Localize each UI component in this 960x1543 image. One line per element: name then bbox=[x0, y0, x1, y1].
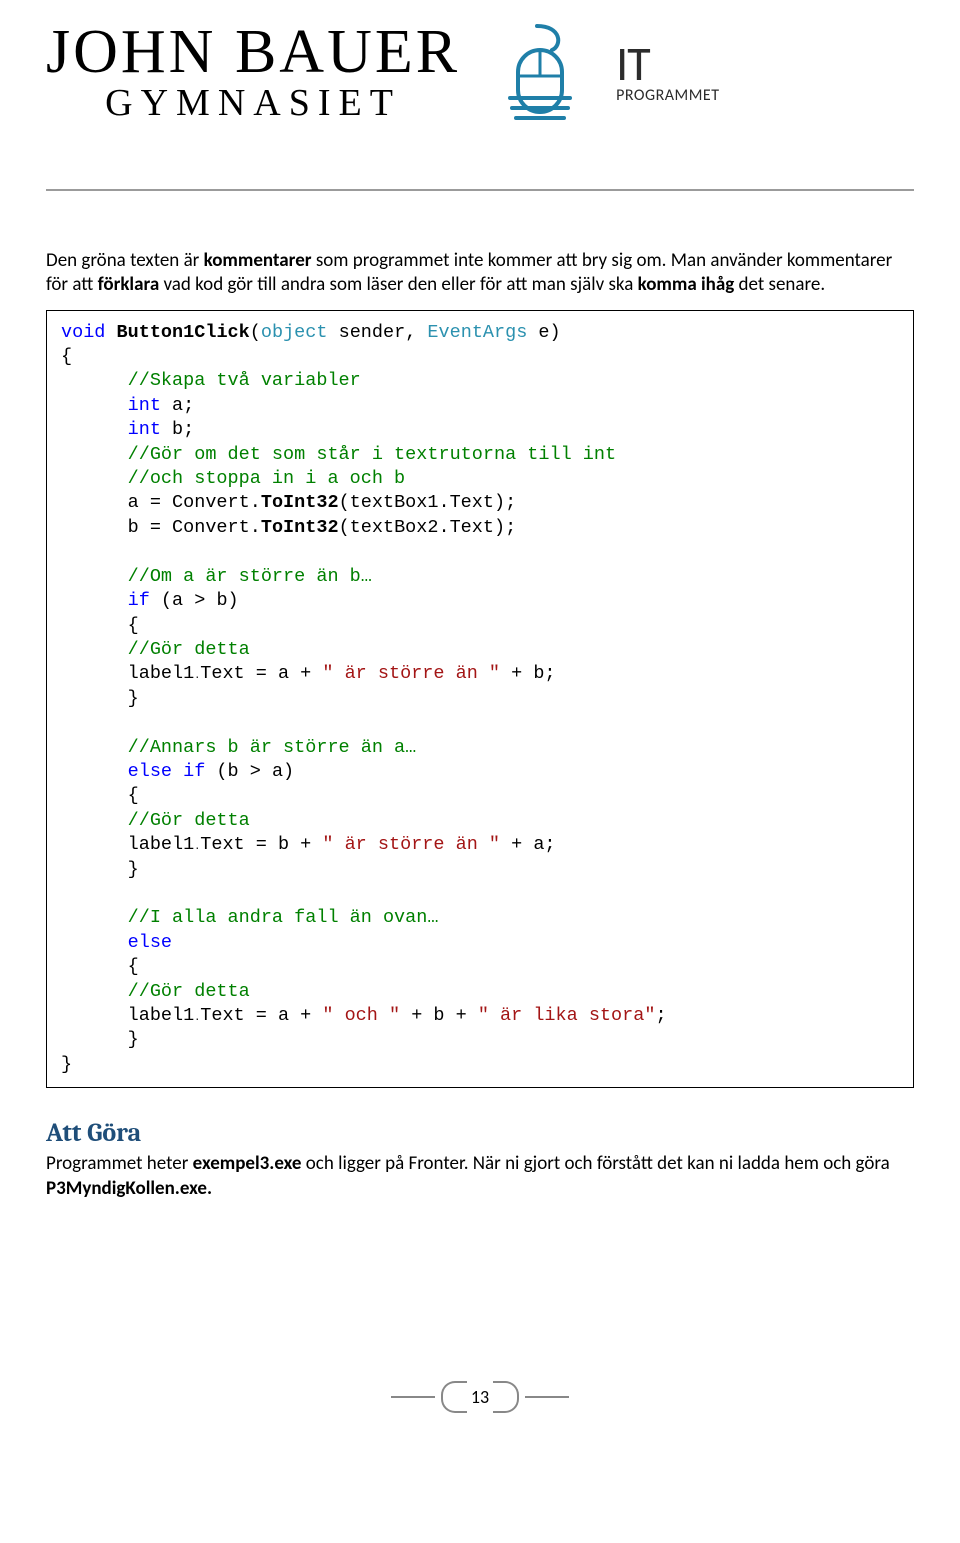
footer-line-left bbox=[391, 1396, 435, 1398]
text: det senare. bbox=[734, 273, 825, 296]
code: a = Convert. bbox=[61, 492, 261, 513]
code: Text = a + bbox=[200, 1005, 322, 1026]
text: Den gröna texten är bbox=[46, 249, 204, 272]
code: e) bbox=[527, 322, 560, 343]
page-footer: 13 bbox=[46, 1381, 914, 1413]
code: + b; bbox=[500, 663, 556, 684]
code: Text = b + bbox=[200, 834, 322, 855]
code: } bbox=[61, 1029, 139, 1050]
code-keyword: int bbox=[61, 395, 161, 416]
footer-bracket-left bbox=[441, 1381, 467, 1413]
mouse-icon bbox=[492, 16, 582, 129]
code-keyword: if bbox=[61, 590, 150, 611]
code-keyword: void bbox=[61, 322, 105, 343]
code-comment: //Gör detta bbox=[61, 810, 250, 831]
code-comment: //Annars b är större än a… bbox=[61, 737, 416, 758]
code-string: " är lika stora" bbox=[478, 1005, 656, 1026]
text: Programmet heter bbox=[46, 1152, 193, 1175]
code: sender, bbox=[327, 322, 427, 343]
code-comment: //Gör om det som står i textrutorna till… bbox=[61, 444, 616, 465]
text-bold: P3MyndigKollen.exe. bbox=[46, 1177, 212, 1200]
code-method: ToInt32 bbox=[261, 492, 339, 513]
code-string: " är större än " bbox=[322, 663, 500, 684]
code-type: object bbox=[261, 322, 328, 343]
school-logo: JOHN BAUER GYMNASIET bbox=[46, 21, 460, 125]
code-comment: //Om a är större än b… bbox=[61, 566, 372, 587]
intro-paragraph: Den gröna texten är kommentarer som prog… bbox=[46, 249, 914, 298]
text-bold: exempel3.exe bbox=[193, 1152, 302, 1175]
text: vad kod gör till andra som läser den ell… bbox=[159, 273, 637, 296]
code: (b > a) bbox=[205, 761, 294, 782]
text-bold: komma ihåg bbox=[638, 273, 735, 296]
code: label1 bbox=[61, 1005, 194, 1026]
code-keyword: int bbox=[61, 419, 161, 440]
code: + b + bbox=[400, 1005, 478, 1026]
code: label1 bbox=[61, 834, 194, 855]
code: ; bbox=[655, 1005, 666, 1026]
code: } bbox=[61, 1054, 72, 1075]
text-bold: förklara bbox=[98, 273, 160, 296]
code-method: ToInt32 bbox=[261, 517, 339, 538]
code: b = Convert. bbox=[61, 517, 261, 538]
todo-paragraph: Programmet heter exempel3.exe och ligger… bbox=[46, 1152, 914, 1201]
code-keyword: else bbox=[61, 932, 172, 953]
code-type: EventArgs bbox=[427, 322, 527, 343]
code-comment: //Gör detta bbox=[61, 639, 250, 660]
code: + a; bbox=[500, 834, 556, 855]
code: Text = a + bbox=[200, 663, 322, 684]
code-comment: //Gör detta bbox=[61, 981, 250, 1002]
it-label: IT bbox=[616, 40, 719, 88]
logo-subtitle: GYMNASIET bbox=[46, 81, 460, 125]
code: } bbox=[61, 688, 139, 709]
code: (textBox1.Text); bbox=[339, 492, 517, 513]
code: (a > b) bbox=[150, 590, 239, 611]
footer-bracket-right bbox=[493, 1381, 519, 1413]
code: } bbox=[61, 859, 139, 880]
code: ( bbox=[250, 322, 261, 343]
logo-title: JOHN BAUER bbox=[46, 21, 460, 83]
code: { bbox=[61, 346, 72, 367]
program-label: IT PROGRAMMET bbox=[616, 40, 719, 105]
todo-heading: Att Göra bbox=[46, 1118, 914, 1148]
code: label1 bbox=[61, 663, 194, 684]
code-keyword: else if bbox=[61, 761, 205, 782]
code: (textBox2.Text); bbox=[339, 517, 517, 538]
text-bold: kommentarer bbox=[204, 249, 312, 272]
code-function: Button1Click bbox=[105, 322, 249, 343]
code: { bbox=[61, 956, 139, 977]
code: b; bbox=[161, 419, 194, 440]
code: a; bbox=[161, 395, 194, 416]
code: { bbox=[61, 785, 139, 806]
page: JOHN BAUER GYMNASIET IT PROGRAMMET Den g… bbox=[0, 0, 960, 1453]
code-comment: //och stoppa in i a och b bbox=[61, 468, 405, 489]
code-comment: //I alla andra fall än ovan… bbox=[61, 907, 438, 928]
code-comment: //Skapa två variabler bbox=[61, 370, 361, 391]
footer-line-right bbox=[525, 1396, 569, 1398]
page-number: 13 bbox=[471, 1386, 489, 1408]
text: och ligger på Fronter. När ni gjort och … bbox=[301, 1152, 889, 1175]
code-string: " och " bbox=[322, 1005, 400, 1026]
code: { bbox=[61, 615, 139, 636]
it-sublabel: PROGRAMMET bbox=[616, 86, 719, 105]
header-banner: JOHN BAUER GYMNASIET IT PROGRAMMET bbox=[46, 16, 914, 129]
code-string: " är större än " bbox=[322, 834, 500, 855]
code-block: void Button1Click(object sender, EventAr… bbox=[46, 310, 914, 1089]
